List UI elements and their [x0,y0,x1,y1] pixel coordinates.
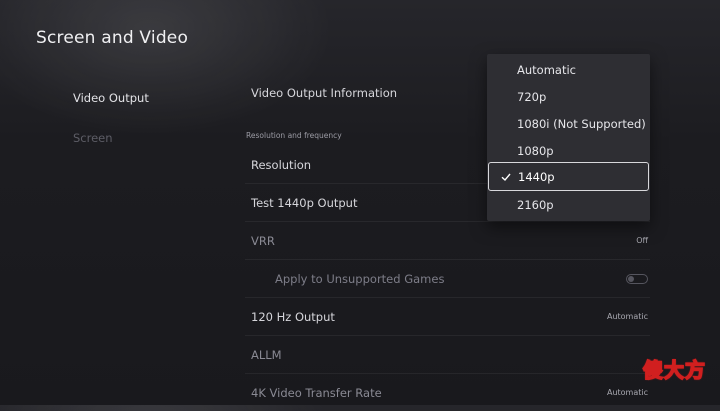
resolution-dropdown: Automatic 720p 1080i (Not Supported) 108… [487,54,650,221]
120hz-output-row[interactable]: 120 Hz Output Automatic [245,298,650,336]
option-label: 1080i (Not Supported) [517,116,646,131]
sidebar-item-label: Video Output [73,91,149,105]
row-value: Automatic [606,312,648,321]
option-label: 1440p [518,169,555,184]
checkmark-icon [501,173,511,181]
option-label: 720p [517,89,547,104]
dropdown-option-1080i[interactable]: 1080i (Not Supported) [487,110,650,137]
row-label: ALLM [251,347,282,362]
row-value: Automatic [606,388,648,397]
sidebar-item-video-output[interactable]: Video Output [73,78,213,118]
option-label: 1080p [517,143,554,158]
dropdown-option-1080p[interactable]: 1080p [487,137,650,164]
allm-row[interactable]: ALLM [245,336,650,374]
row-label: Video Output Information [251,85,398,100]
watermark-logo: 傻大方 [642,357,706,383]
sidebar: Video Output Screen [73,78,213,158]
row-label: Resolution [251,157,312,172]
dropdown-option-automatic[interactable]: Automatic [487,56,650,83]
row-value: Off [636,236,648,245]
page-title: Screen and Video [36,28,189,48]
dropdown-option-2160p[interactable]: 2160p [487,191,650,218]
sidebar-item-label: Screen [73,131,113,145]
row-label: VRR [251,233,275,248]
row-label: Apply to Unsupported Games [275,271,445,286]
dropdown-option-1440p[interactable]: 1440p [488,162,649,191]
dropdown-option-720p[interactable]: 720p [487,83,650,110]
sidebar-item-screen[interactable]: Screen [73,118,213,158]
4k-transfer-rate-row[interactable]: 4K Video Transfer Rate Automatic [245,374,650,411]
row-label: 120 Hz Output [251,309,335,324]
vrr-row[interactable]: VRR Off [245,222,650,260]
row-label: Test 1440p Output [251,195,358,210]
option-label: 2160p [517,197,554,212]
apply-unsupported-games-row[interactable]: Apply to Unsupported Games [245,260,650,298]
toggle-switch[interactable] [626,273,648,284]
row-label: 4K Video Transfer Rate [251,385,382,400]
option-label: Automatic [517,62,576,77]
